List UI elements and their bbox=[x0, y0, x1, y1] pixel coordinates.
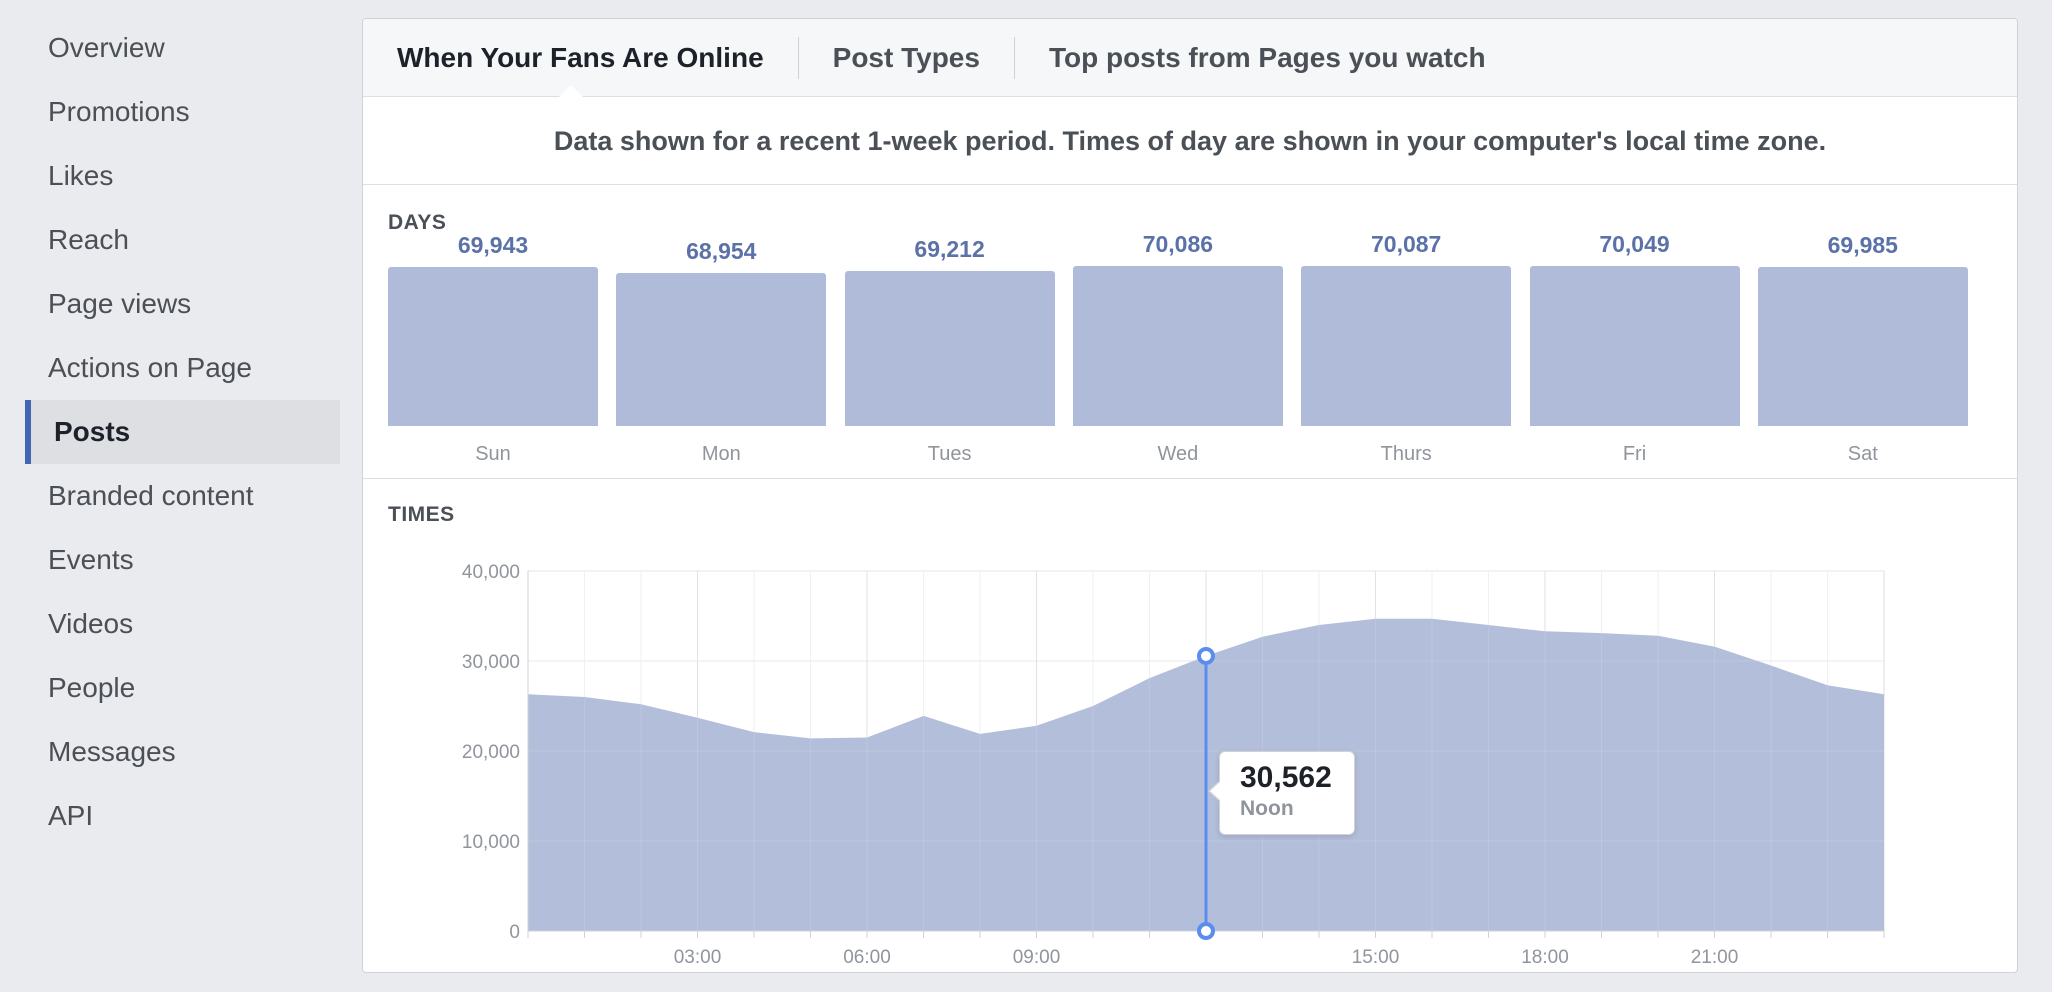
day-value-label: 70,086 bbox=[1142, 231, 1214, 258]
y-tick-label: 0 bbox=[509, 922, 520, 943]
day-bar[interactable] bbox=[844, 271, 1055, 426]
y-tick-label: 30,000 bbox=[462, 652, 520, 673]
data-period-notice: Data shown for a recent 1-week period. T… bbox=[363, 97, 2017, 185]
day-axis-label: Wed bbox=[1157, 443, 1199, 465]
days-chart: DAYS 69,943 Sun 68,954 Mon 69,212 Tues 70,086 W… bbox=[363, 185, 2017, 479]
highlight-point-bottom bbox=[1197, 922, 1215, 940]
tab-post-types[interactable]: Post Types bbox=[799, 37, 1014, 79]
day-bar[interactable] bbox=[1072, 266, 1283, 426]
day-column: 68,954 Mon bbox=[616, 237, 827, 470]
day-bar[interactable] bbox=[1757, 266, 1968, 426]
tab-top-posts[interactable]: Top posts from Pages you watch bbox=[1015, 37, 1520, 79]
sidebar-item-overview[interactable]: Overview bbox=[0, 16, 340, 80]
day-column: 70,049 Fri bbox=[1529, 231, 1740, 470]
day-column: 69,943 Sun bbox=[388, 232, 598, 470]
x-tick-label: 09:00 bbox=[1013, 947, 1061, 968]
day-axis-label: Sat bbox=[1847, 443, 1878, 465]
tab-when-fans-online[interactable]: When Your Fans Are Online bbox=[397, 37, 798, 79]
sidebar-item-likes[interactable]: Likes bbox=[0, 144, 340, 208]
sidebar-item-promotions[interactable]: Promotions bbox=[0, 80, 340, 144]
y-tick-label: 10,000 bbox=[462, 832, 520, 853]
day-column: 70,087 Thurs bbox=[1301, 231, 1512, 470]
day-column: 70,086 Wed bbox=[1072, 231, 1283, 470]
sidebar-item-posts[interactable]: Posts bbox=[25, 400, 340, 464]
day-axis-label: Sun bbox=[475, 443, 511, 465]
sidebar-item-actions-on-page[interactable]: Actions on Page bbox=[0, 336, 340, 400]
sidebar-item-page-views[interactable]: Page views bbox=[0, 272, 340, 336]
x-tick-label: 06:00 bbox=[843, 947, 891, 968]
day-axis-label: Mon bbox=[701, 443, 741, 465]
day-value-label: 70,087 bbox=[1371, 231, 1442, 257]
times-area-chart[interactable]: 0 10,000 20,000 30,000 40,000 03:00 06:00 09:00… bbox=[363, 479, 2018, 971]
day-bar[interactable] bbox=[1301, 266, 1512, 426]
sidebar-item-messages[interactable]: Messages bbox=[0, 720, 340, 784]
tooltip-value: 30,562 bbox=[1240, 761, 1332, 794]
day-column: 69,212 Tues bbox=[844, 236, 1055, 470]
x-tick-label: 18:00 bbox=[1521, 947, 1569, 968]
y-tick-label: 40,000 bbox=[462, 562, 520, 583]
day-bar[interactable] bbox=[388, 266, 598, 426]
active-tab-caret bbox=[558, 84, 584, 97]
sidebar-item-events[interactable]: Events bbox=[0, 528, 340, 592]
tooltip-label: Noon bbox=[1240, 797, 1294, 820]
sidebar-item-branded-content[interactable]: Branded content bbox=[0, 464, 340, 528]
sidebar-item-reach[interactable]: Reach bbox=[0, 208, 340, 272]
day-axis-label: Tues bbox=[927, 443, 972, 465]
day-value-label: 70,049 bbox=[1599, 231, 1670, 258]
sidebar-item-videos[interactable]: Videos bbox=[0, 592, 340, 656]
x-tick-label: 15:00 bbox=[1352, 947, 1400, 968]
sidebar-item-api[interactable]: API bbox=[0, 784, 340, 848]
day-value-label: 69,212 bbox=[914, 236, 985, 263]
tab-bar: When Your Fans Are Online Post Types Top… bbox=[363, 19, 2017, 97]
day-value-label: 69,943 bbox=[457, 231, 529, 258]
day-bar[interactable] bbox=[616, 272, 827, 426]
times-chart: TIMES 0 10,000 20,000 30,000 40,000 03:00 06:0… bbox=[363, 479, 2017, 971]
day-axis-label: Thurs bbox=[1380, 443, 1432, 465]
x-tick-label: 03:00 bbox=[674, 947, 722, 968]
y-tick-label: 20,000 bbox=[462, 742, 520, 763]
day-axis-label: Fri bbox=[1622, 443, 1647, 465]
day-value-label: 68,954 bbox=[686, 237, 757, 264]
sidebar-nav: Overview Promotions Likes Reach Page views Ac… bbox=[0, 16, 340, 848]
insights-panel: When Your Fans Are Online Post Types Top… bbox=[362, 18, 2018, 973]
sidebar-item-people[interactable]: People bbox=[0, 656, 340, 720]
x-tick-label: 21:00 bbox=[1691, 947, 1739, 968]
highlight-point-top bbox=[1197, 646, 1215, 665]
chart-tooltip: 30,562 Noon bbox=[1208, 751, 1355, 835]
day-value-label: 69,985 bbox=[1827, 231, 1898, 258]
day-bar[interactable] bbox=[1529, 266, 1740, 426]
day-column: 69,985 Sat bbox=[1757, 232, 1968, 470]
